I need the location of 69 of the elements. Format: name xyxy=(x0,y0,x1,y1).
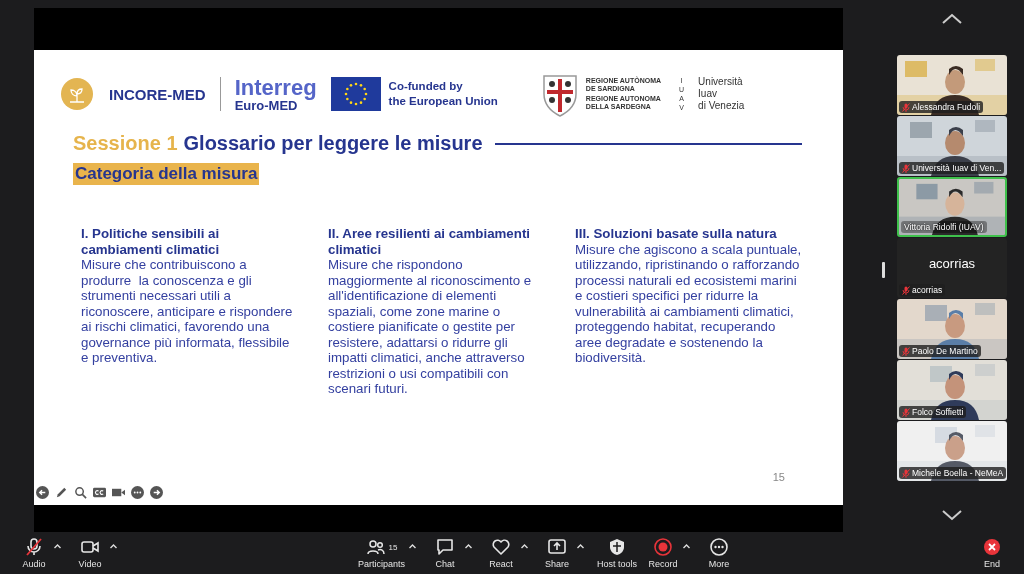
video-camera-icon[interactable] xyxy=(112,486,125,499)
more-icon[interactable] xyxy=(131,486,144,499)
flag-icon xyxy=(330,77,381,111)
back-arrow-icon[interactable] xyxy=(36,486,49,499)
participant-name: Paolo De Martino xyxy=(912,346,978,356)
toolbar-button[interactable]: Share xyxy=(537,535,578,571)
chevron-down-icon[interactable] xyxy=(941,508,963,522)
column-heading: III. Soluzioni basate sulla natura xyxy=(575,226,778,242)
close-icon xyxy=(982,537,1002,557)
heart-icon xyxy=(491,537,512,557)
chat-bubble-icon xyxy=(435,537,456,557)
toolbar-button[interactable]: More xyxy=(699,535,740,571)
more-icon xyxy=(709,537,730,557)
column-heading: II. Aree resilienti ai cambiamenti climatici xyxy=(328,226,531,257)
caret-button[interactable] xyxy=(53,541,62,551)
funding-text: Co-funded by xyxy=(388,79,464,94)
participant-tile[interactable]: Vittoria Ridolfi (IUAV) xyxy=(897,177,1007,237)
toolbar-button[interactable]: Chat xyxy=(425,535,466,571)
participant-tile[interactable]: Paolo De Martino xyxy=(897,299,1007,359)
toolbar-button[interactable]: Host tools xyxy=(593,535,642,571)
record-icon xyxy=(653,537,674,557)
participant-name: Michele Boella - NeMeA xyxy=(912,468,1004,478)
participant-name: Alessandra Fudoli xyxy=(912,102,981,112)
participant-tile[interactable]: Michele Boella - NeMeA xyxy=(897,421,1007,481)
search-icon[interactable] xyxy=(74,486,87,499)
column-text: Misure che rispondono maggiormente al riconoscimento e all'identificazione di elementi spaziali, come zone marine o costiere pianificate o gestite per resistere, adattarsi o ridurre gli impatti climatici, anche attraverso restrizioni o usi compatibili con scenari futuri. xyxy=(328,257,533,397)
toolbar-button[interactable]: Record xyxy=(643,535,684,571)
participant-name: Vittoria Ridolfi (IUAV) xyxy=(904,222,984,232)
participant-display-name: acorrias xyxy=(928,255,976,271)
resize-handle[interactable] xyxy=(882,262,885,278)
participant-name: Folco Soffietti xyxy=(912,407,964,417)
caret-button[interactable] xyxy=(464,541,474,551)
participant-name: Università Iuav di Ven... xyxy=(912,163,1002,173)
plant-logo-icon xyxy=(61,78,93,110)
logo-text: INCORE-MED xyxy=(109,85,206,103)
participant-tile[interactable]: acorrias acorrias xyxy=(897,238,1007,298)
logo-text: Interreg xyxy=(234,76,317,99)
logo-subtext: Euro-MED xyxy=(234,98,298,112)
participant-tile[interactable]: Folco Soffietti xyxy=(897,360,1007,420)
university-text: Università xyxy=(698,76,744,88)
session-label: Sessione 1 xyxy=(73,132,178,155)
funding-text: the European Union xyxy=(388,94,498,109)
participant-tile[interactable]: Università Iuav di Ven... xyxy=(897,116,1007,176)
participant-name: acorrias xyxy=(912,285,943,295)
caret-button[interactable] xyxy=(109,541,118,551)
slide-title: Glossario per leggere le misure xyxy=(183,132,483,155)
caret-button[interactable] xyxy=(408,541,418,551)
university-text: Iuav xyxy=(698,88,718,100)
column-heading: I. Politiche sensibili ai cambiamenti climatici xyxy=(81,226,221,257)
page-number: 15 xyxy=(772,471,785,485)
column-text: Misure che contribuiscono a produrre la conoscenza e gli strumenti necessari utili a riconoscere, anticipare e rispondere ai rischi climatici, favorendo una governance più informata, flessibile e preventiva. xyxy=(81,257,294,366)
toolbar-button[interactable]: React xyxy=(481,535,522,571)
share-screen-icon xyxy=(547,537,568,557)
caret-button[interactable] xyxy=(576,541,586,551)
university-text: di Venezia xyxy=(698,100,745,112)
chevron-up-icon[interactable] xyxy=(941,12,963,26)
pencil-icon[interactable] xyxy=(55,486,68,499)
end-button[interactable]: End xyxy=(972,535,1012,571)
toolbar-button[interactable]: 15 Participants xyxy=(354,535,410,571)
subtitle-highlight: Categoria della misura xyxy=(73,163,260,185)
captions-icon[interactable] xyxy=(93,486,106,499)
people-icon xyxy=(365,537,386,557)
column-text: Misure che agiscono a scala puntuale, utilizzando, ripristinando o rafforzando processi naturali ed ecosistemi marini e costieri specifici per ridurre la vulnerabilità ai cambiamenti climatici, proteggendo habitat, recuperando aree degradate e sostenendo la biodiversità. xyxy=(575,241,803,366)
toolbar-button[interactable]: Video xyxy=(70,535,110,571)
toolbar-button[interactable]: Audio xyxy=(14,535,54,571)
forward-arrow-icon[interactable] xyxy=(150,486,163,499)
participant-tile[interactable]: Alessandra Fudoli xyxy=(897,55,1007,115)
caret-button[interactable] xyxy=(520,541,530,551)
caret-button[interactable] xyxy=(682,541,692,551)
